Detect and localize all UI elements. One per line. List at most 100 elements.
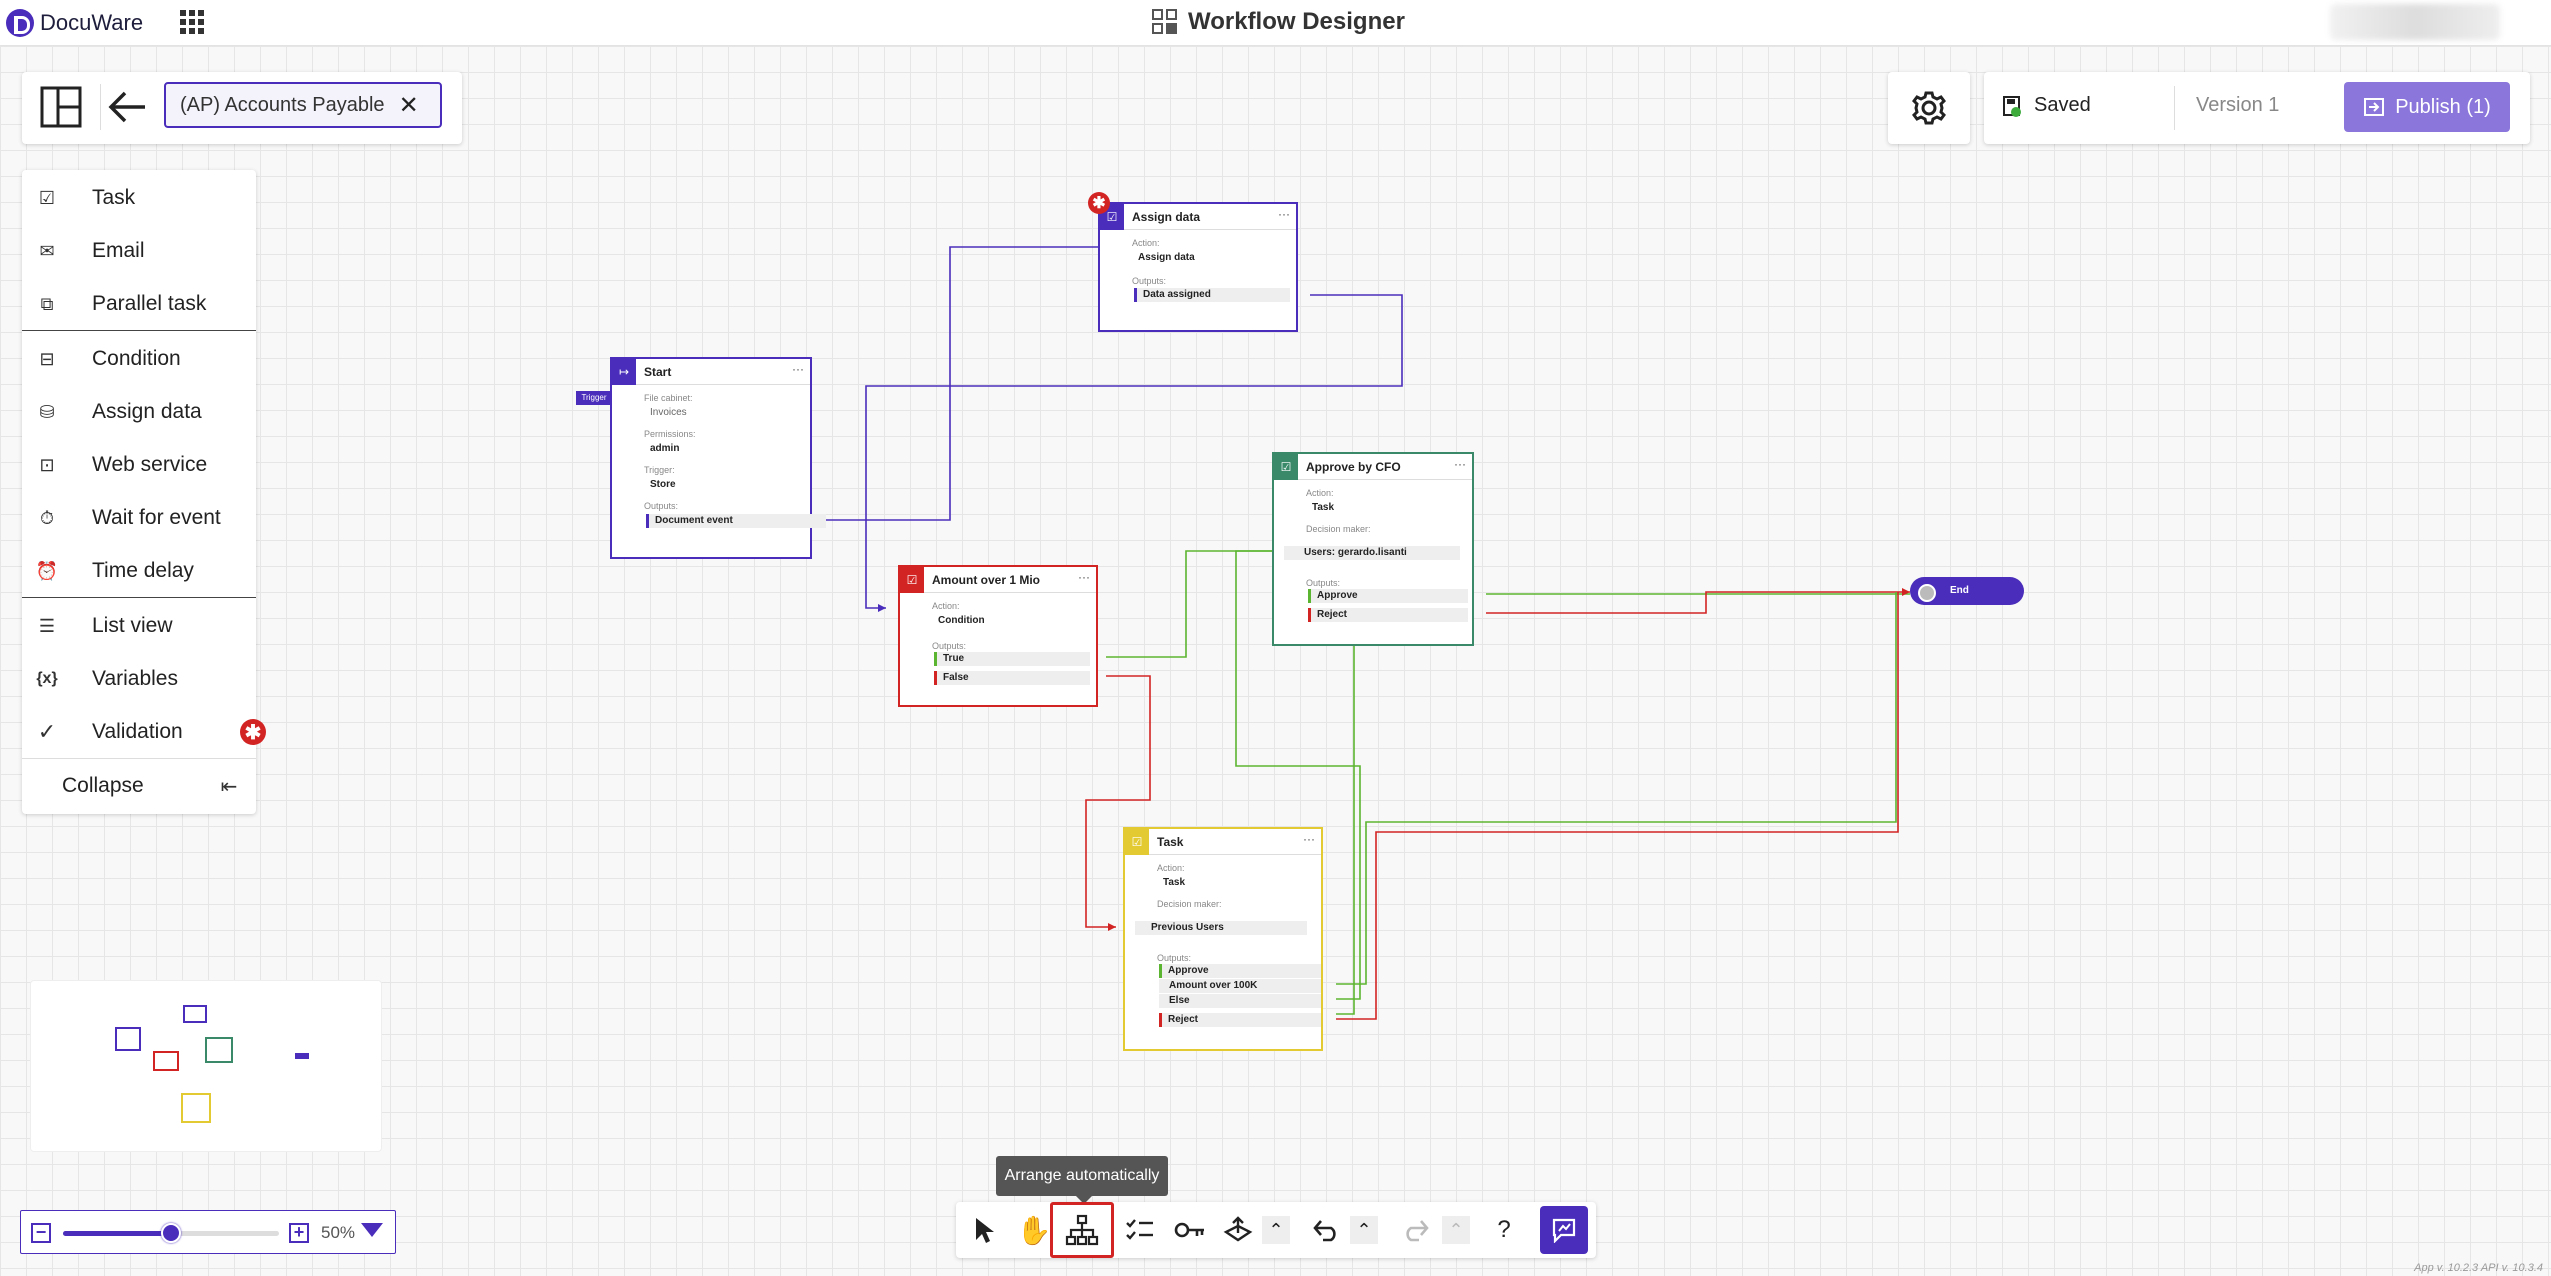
node-value: Assign data bbox=[1138, 252, 1195, 263]
output-amount-over-100k[interactable]: Amount over 100K bbox=[1159, 979, 1321, 993]
undo-button[interactable] bbox=[1302, 1206, 1350, 1254]
wire-task-reject-end bbox=[1336, 592, 1899, 1020]
zoom-control: − + 50% bbox=[20, 1210, 396, 1254]
node-value: Store bbox=[650, 479, 676, 490]
output-true[interactable]: True bbox=[934, 652, 1090, 666]
zoom-in-button[interactable]: + bbox=[289, 1223, 309, 1243]
node-label: Permissions: bbox=[644, 429, 696, 439]
node-label: Outputs: bbox=[1157, 953, 1192, 963]
output-false[interactable]: False bbox=[934, 671, 1090, 685]
more-icon[interactable]: ··· bbox=[1078, 570, 1090, 584]
node-approve-by-cfo[interactable]: ☑ Approve by CFO ··· Action: Task Decision… bbox=[1272, 452, 1474, 646]
more-icon[interactable]: ··· bbox=[1303, 832, 1315, 846]
more-icon[interactable]: ··· bbox=[1454, 457, 1466, 471]
node-end[interactable]: End bbox=[1910, 577, 2024, 605]
task-icon: ☑ bbox=[1125, 828, 1149, 855]
arrange-automatically-button[interactable] bbox=[1050, 1202, 1114, 1258]
minimap-node bbox=[115, 1027, 141, 1051]
node-label: Outputs: bbox=[932, 641, 967, 651]
chevron-up-icon: ⌃ bbox=[1448, 1219, 1464, 1240]
wire-true-to-cfo bbox=[1106, 550, 1272, 658]
decision-maker: Previous Users bbox=[1135, 921, 1307, 935]
upload-tray-icon bbox=[1223, 1216, 1253, 1242]
output-document-event[interactable]: Document event bbox=[646, 514, 826, 528]
arrow-task bbox=[1108, 923, 1116, 931]
node-title: Approve by CFO bbox=[1306, 459, 1401, 474]
bottom-toolbar: ✋ ⌃ ⌃ ⌃ ? bbox=[956, 1202, 1596, 1258]
hierarchy-icon bbox=[1065, 1214, 1099, 1246]
zoom-dropdown-icon[interactable] bbox=[361, 1223, 383, 1237]
node-amount-over-1-mio[interactable]: ☑ Amount over 1 Mio ··· Action: Condition … bbox=[898, 565, 1098, 707]
node-label: File cabinet: bbox=[644, 393, 693, 403]
wire-cfo-reject-end bbox=[1486, 591, 1910, 614]
node-label: Decision maker: bbox=[1157, 899, 1222, 909]
minimap[interactable] bbox=[30, 980, 382, 1152]
minimap-node bbox=[181, 1093, 211, 1123]
node-title: Amount over 1 Mio bbox=[932, 572, 1041, 587]
chevron-up-icon: ⌃ bbox=[1268, 1219, 1284, 1240]
decision-maker: Users: gerardo.lisanti bbox=[1284, 546, 1460, 560]
minimap-node bbox=[183, 1005, 207, 1023]
node-label: Action: bbox=[932, 601, 960, 611]
output-else[interactable]: Else bbox=[1159, 994, 1321, 1008]
arrange-tooltip: Arrange automatically bbox=[996, 1156, 1168, 1204]
task-icon: ☑ bbox=[1274, 453, 1298, 480]
version-footer: App v. 10.2.3 API v. 10.3.4 bbox=[2414, 1262, 2543, 1274]
zoom-out-button[interactable]: − bbox=[31, 1223, 51, 1243]
node-label: Outputs: bbox=[644, 501, 679, 511]
node-label: Action: bbox=[1306, 488, 1334, 498]
zoom-value: 50% bbox=[321, 1223, 356, 1242]
select-tool-button[interactable] bbox=[960, 1206, 1008, 1254]
wire-task-approve-end bbox=[1336, 592, 1897, 985]
undo-icon bbox=[1313, 1220, 1336, 1242]
redo-menu-button[interactable]: ⌃ bbox=[1442, 1216, 1470, 1244]
node-value: Invoices bbox=[650, 407, 687, 418]
validate-button[interactable] bbox=[1116, 1206, 1164, 1254]
output-approve[interactable]: Approve bbox=[1159, 964, 1321, 978]
minimap-node bbox=[153, 1051, 179, 1071]
more-icon[interactable]: ··· bbox=[1278, 207, 1290, 221]
arrow-amount bbox=[878, 604, 886, 612]
condition-icon: ☑ bbox=[900, 566, 924, 593]
permissions-button[interactable] bbox=[1166, 1206, 1214, 1254]
node-title: Task bbox=[1157, 834, 1184, 849]
zoom-slider[interactable] bbox=[63, 1223, 279, 1243]
node-value: Task bbox=[1312, 502, 1335, 513]
node-label: Decision maker: bbox=[1306, 524, 1371, 534]
feedback-icon bbox=[1552, 1218, 1576, 1243]
trigger-tag: Trigger bbox=[576, 391, 612, 405]
node-title: Assign data bbox=[1132, 209, 1201, 224]
feedback-button[interactable] bbox=[1540, 1206, 1588, 1254]
chevron-up-icon: ⌃ bbox=[1356, 1219, 1372, 1240]
minimap-node bbox=[295, 1053, 309, 1059]
pointer-icon bbox=[976, 1218, 994, 1243]
checklist-icon bbox=[1126, 1219, 1153, 1240]
node-label: Trigger: bbox=[644, 465, 675, 475]
redo-icon bbox=[1406, 1220, 1429, 1242]
export-menu-button[interactable]: ⌃ bbox=[1262, 1216, 1290, 1244]
node-start[interactable]: ↦ Start ··· File cabinet: Invoices Permiss… bbox=[610, 357, 826, 559]
export-button[interactable] bbox=[1214, 1206, 1262, 1254]
output-reject[interactable]: Reject bbox=[1308, 608, 1468, 622]
output-approve[interactable]: Approve bbox=[1308, 589, 1468, 603]
node-label: Outputs: bbox=[1306, 578, 1341, 588]
redo-button[interactable] bbox=[1392, 1206, 1440, 1254]
node-task[interactable]: ☑ Task ··· Action: Task Decision maker: Pr… bbox=[1123, 827, 1323, 1051]
minimap-node bbox=[205, 1037, 233, 1063]
node-error-icon: ✱ bbox=[1088, 192, 1110, 214]
node-value: Task bbox=[1163, 877, 1186, 888]
help-icon: ? bbox=[1497, 1216, 1511, 1243]
undo-menu-button[interactable]: ⌃ bbox=[1350, 1216, 1378, 1244]
node-label: Action: bbox=[1132, 238, 1160, 248]
hand-icon: ✋ bbox=[1016, 1214, 1052, 1246]
help-button[interactable]: ? bbox=[1480, 1206, 1528, 1254]
start-icon: ↦ bbox=[612, 358, 636, 385]
more-icon[interactable]: ··· bbox=[792, 362, 804, 376]
node-value: Condition bbox=[938, 615, 985, 626]
output-data-assigned[interactable]: Data assigned bbox=[1134, 288, 1290, 302]
node-title: Start bbox=[644, 364, 672, 379]
node-assign-data[interactable]: ☑ Assign data ··· Action: Assign data Outp… bbox=[1098, 202, 1298, 332]
zoom-slider-handle[interactable] bbox=[161, 1223, 181, 1243]
output-reject[interactable]: Reject bbox=[1159, 1013, 1321, 1027]
zoom-slider-fill bbox=[63, 1231, 171, 1236]
